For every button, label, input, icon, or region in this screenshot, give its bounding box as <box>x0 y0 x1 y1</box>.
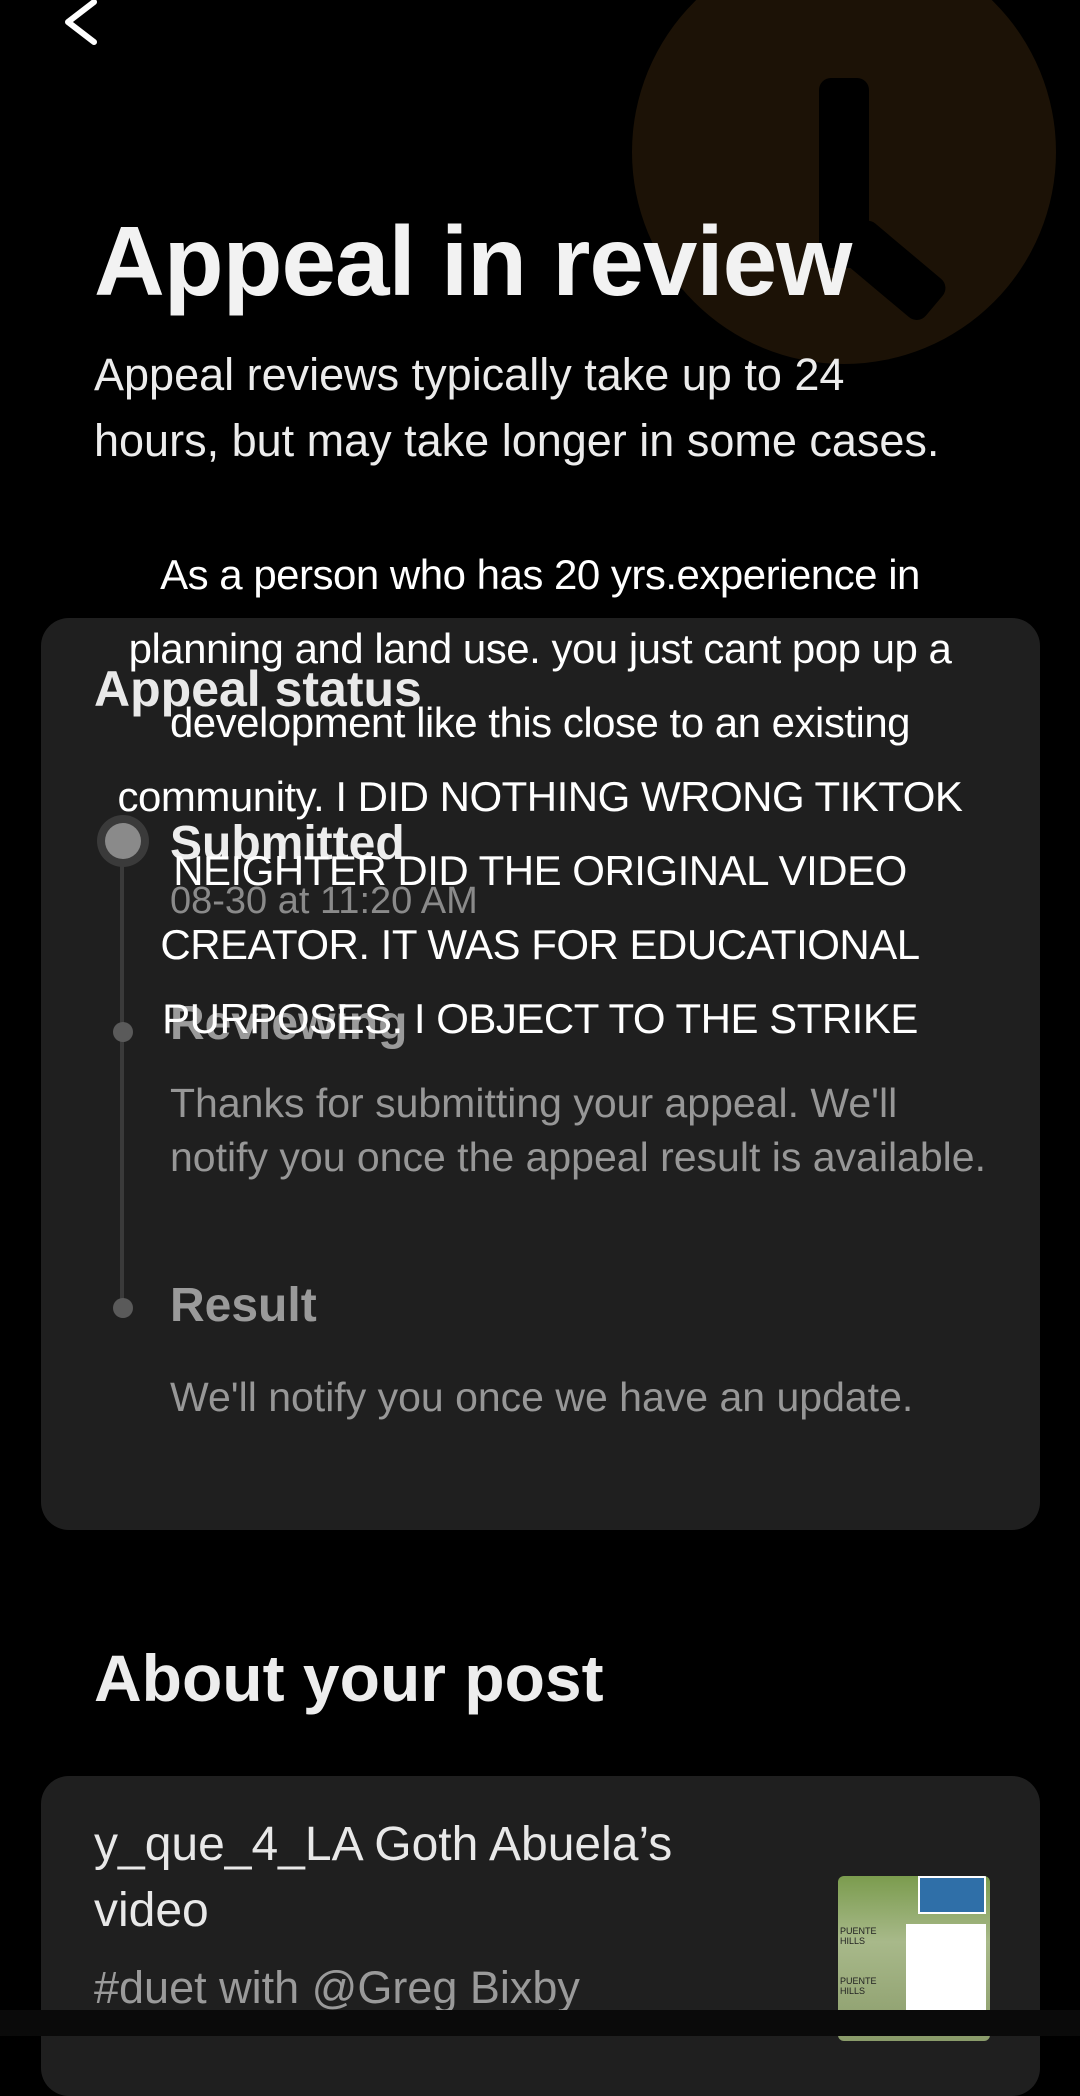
overlay-line: community. I DID NOTHING WRONG TIKTOK <box>117 773 963 820</box>
step-label-result: Result <box>170 1279 317 1332</box>
bottom-edge <box>0 2010 1080 2036</box>
post-card[interactable]: y_que_4_LA Goth Abuela’s video #duet wit… <box>41 1776 1040 2096</box>
about-post-title: About your post <box>94 1641 604 1715</box>
chevron-left-icon <box>65 0 97 45</box>
overlay-line: development like this close to an existi… <box>169 699 911 746</box>
street-sign <box>918 1876 986 1914</box>
post-author: y_que_4_LA Goth Abuela’s video <box>94 1818 673 1937</box>
step-description-result: We'll notify you once we have an update. <box>170 1374 914 1420</box>
page-title: Appeal in review <box>94 206 852 316</box>
back-button[interactable] <box>58 0 118 56</box>
page-subtitle: Appeal reviews typically take up to 24 h… <box>94 349 940 466</box>
overlay-line: As a person who has 20 yrs.experience in <box>160 551 920 598</box>
overlay-line: NEIGHTER DID THE ORIGINAL VIDEO <box>173 847 907 894</box>
timeline-dot-result <box>113 1298 133 1318</box>
step-description-reviewing: Thanks for submitting your appeal. We'll… <box>170 1080 986 1180</box>
thumbnail-label: PUENTE HILLS <box>840 1926 877 1946</box>
overlay-line: CREATOR. IT WAS FOR EDUCATIONAL <box>160 921 920 968</box>
overlay-line: planning and land use. you just cant pop… <box>128 625 952 672</box>
overlay-caption: As a person who has 20 yrs.experience in… <box>0 538 1080 1056</box>
overlay-line: PURPOSES. I OBJECT TO THE STRIKE <box>162 995 918 1042</box>
thumbnail-label: PUENTE HILLS <box>840 1976 877 1996</box>
post-caption: #duet with @Greg Bixby <box>94 1962 580 2013</box>
